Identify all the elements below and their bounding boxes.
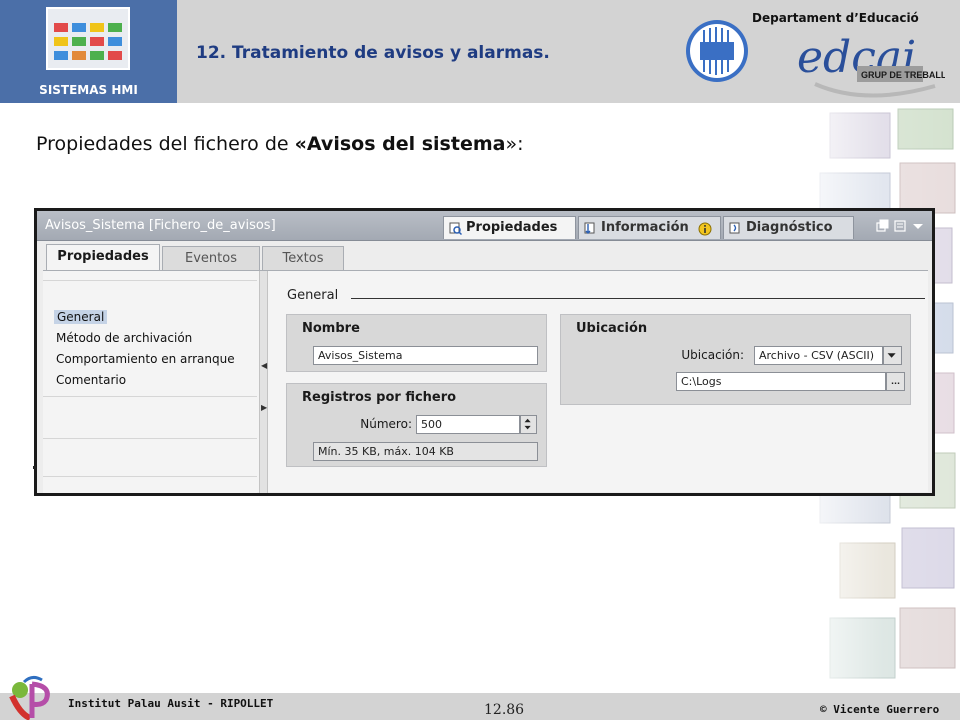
number-input[interactable]: 500 bbox=[416, 415, 520, 434]
nav-divider bbox=[43, 396, 257, 397]
department-label: Departament d’Educació bbox=[752, 11, 919, 25]
heading-emphasis: Avisos del sistema bbox=[306, 133, 506, 155]
size-info-field: Mín. 35 KB, máx. 104 KB bbox=[313, 442, 538, 461]
collapse-left-arrow-icon[interactable]: ◀ bbox=[261, 361, 267, 370]
location-select[interactable]: Archivo - CSV (ASCII) bbox=[754, 346, 883, 365]
subtab-events[interactable]: Eventos bbox=[162, 246, 260, 270]
name-input[interactable]: Avisos_Sistema bbox=[313, 346, 538, 365]
expand-right-arrow-icon[interactable]: ▶ bbox=[261, 403, 267, 412]
hmi-thumbnail-image bbox=[46, 7, 130, 70]
group-name-title: Nombre bbox=[302, 321, 360, 336]
list-icon bbox=[894, 220, 906, 232]
footer-institute: Institut Palau Ausit - RIPOLLET bbox=[68, 697, 274, 710]
slide-title: 12. Tratamiento de avisos y alarmas. bbox=[196, 43, 550, 63]
properties-body: General Método de archivación Comportami… bbox=[43, 270, 928, 493]
path-input[interactable]: C:\Logs bbox=[676, 372, 886, 391]
inspector-title: Avisos_Sistema [Fichero_de_avisos] bbox=[45, 218, 276, 233]
restore-icon bbox=[876, 219, 889, 232]
property-nav-list: General Método de archivación Comportami… bbox=[43, 271, 257, 493]
tab-diagnostics-label: Diagnóstico bbox=[746, 220, 833, 235]
heading-suffix: »: bbox=[505, 133, 524, 155]
heading-open-quote: « bbox=[294, 133, 307, 155]
group-records-title: Registros por fichero bbox=[302, 390, 457, 405]
heading-prefix: Propiedades del fichero de bbox=[36, 133, 295, 155]
slide: SISTEMAS HMI 12. Tratamiento de avisos y… bbox=[0, 0, 960, 720]
subtab-texts[interactable]: Textos bbox=[262, 246, 344, 270]
section-heading: Propiedades del fichero de «Avisos del s… bbox=[36, 133, 523, 155]
nav-item-comment[interactable]: Comentario bbox=[56, 373, 126, 387]
edcai-subtitle: GRUP DE TREBALL bbox=[861, 70, 945, 80]
info-icon bbox=[698, 222, 712, 236]
tab-properties[interactable]: Propiedades bbox=[443, 216, 576, 239]
panel-splitter[interactable]: ◀ ▶ bbox=[259, 271, 268, 493]
window-controls[interactable] bbox=[875, 219, 927, 233]
bullet-dot bbox=[33, 466, 36, 469]
institute-logo bbox=[9, 675, 50, 720]
inspector-window: Avisos_Sistema [Fichero_de_avisos] Propi… bbox=[34, 208, 935, 496]
browse-button[interactable]: ... bbox=[886, 372, 905, 391]
tab-diagnostics[interactable]: Diagnóstico bbox=[723, 216, 854, 239]
nav-item-archiving-method[interactable]: Método de archivación bbox=[56, 331, 192, 345]
location-dropdown-button[interactable] bbox=[883, 346, 902, 365]
dropdown-arrow-icon bbox=[913, 224, 923, 229]
tab-information-label: Información bbox=[601, 220, 689, 235]
number-label: Número: bbox=[360, 417, 412, 431]
page-number: 12.86 bbox=[484, 702, 525, 718]
spinner-arrows-icon bbox=[524, 418, 531, 430]
number-spinner[interactable] bbox=[520, 415, 537, 434]
general-content: General Nombre Avisos_Sistema Registros … bbox=[271, 271, 928, 493]
section-title: General bbox=[287, 288, 339, 303]
section-rule bbox=[351, 298, 925, 299]
tab-information[interactable]: Información bbox=[578, 216, 721, 239]
footer-author: © Vicente Guerrero bbox=[820, 703, 940, 716]
nav-item-startup-behavior[interactable]: Comportamiento en arranque bbox=[56, 352, 235, 366]
edcai-logo: edcai GRUP DE TREBALL bbox=[797, 32, 945, 98]
group-name: Nombre Avisos_Sistema bbox=[286, 314, 547, 372]
group-location: Ubicación Ubicación: Archivo - CSV (ASCI… bbox=[560, 314, 911, 405]
nav-item-general[interactable]: General bbox=[54, 310, 108, 324]
nav-divider bbox=[43, 438, 257, 439]
properties-icon bbox=[449, 222, 462, 235]
chevron-down-icon bbox=[887, 353, 896, 358]
diagnostics-icon bbox=[729, 222, 740, 234]
sistemas-hmi-logo: SISTEMAS HMI bbox=[0, 0, 177, 103]
nav-divider bbox=[43, 476, 257, 477]
group-location-title: Ubicación bbox=[576, 321, 648, 336]
info-arrow-icon bbox=[584, 222, 595, 234]
location-label: Ubicación: bbox=[681, 348, 744, 362]
inspector-titlebar: Avisos_Sistema [Fichero_de_avisos] Propi… bbox=[37, 211, 932, 241]
tab-properties-label: Propiedades bbox=[466, 220, 558, 235]
group-records-per-file: Registros por fichero Número: 500 Mín. 3… bbox=[286, 383, 547, 467]
subtab-properties[interactable]: Propiedades bbox=[46, 244, 160, 271]
logo-caption: SISTEMAS HMI bbox=[39, 83, 138, 97]
chip-logo-icon bbox=[686, 20, 748, 82]
nav-divider bbox=[43, 280, 257, 281]
